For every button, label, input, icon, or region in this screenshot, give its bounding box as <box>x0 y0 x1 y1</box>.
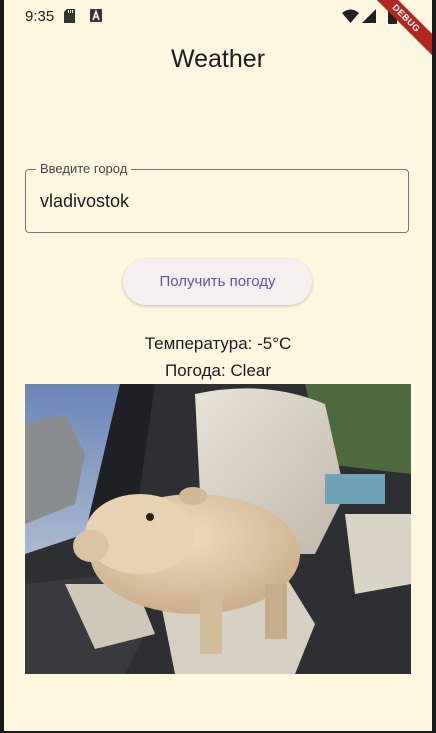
wifi-icon <box>342 9 359 23</box>
app-screen: 9:35 DEBUG Weather Введите город vladivo… <box>4 0 432 731</box>
app-title: Weather <box>170 45 266 73</box>
get-weather-button[interactable]: Получить погоду <box>123 259 312 305</box>
status-time: 9:35 <box>25 8 55 25</box>
sd-card-icon <box>64 9 75 23</box>
status-bar: 9:35 DEBUG <box>4 0 432 60</box>
weather-image <box>25 384 411 674</box>
condition-text: Погода: Clear <box>164 361 272 380</box>
signal-icon <box>362 9 376 23</box>
city-input-value[interactable]: vladivostok <box>40 191 129 212</box>
temperature-text: Температура: -5°C <box>144 334 292 353</box>
a-icon <box>90 9 102 22</box>
city-input[interactable]: Введите город vladivostok <box>25 161 409 233</box>
city-input-label: Введите город <box>36 161 132 176</box>
